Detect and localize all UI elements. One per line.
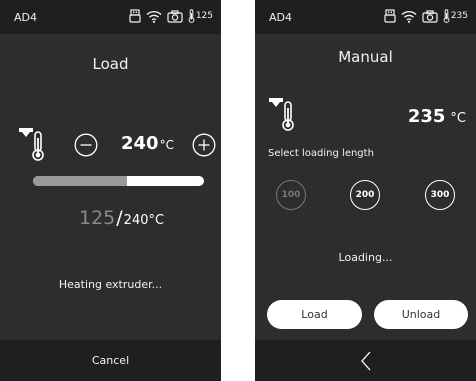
back-button[interactable] [255, 340, 476, 381]
thermometer-icon [443, 9, 450, 23]
loading-status-text: Loading... [338, 251, 393, 264]
nozzle-temperature: 235 °C [408, 106, 466, 127]
page-title: Load [92, 55, 129, 73]
extruder-thermometer-icon [269, 98, 294, 131]
status-temp-value: 125 [195, 11, 213, 21]
nozzle-temp-value: 235 [407, 106, 446, 127]
target-temp-value: 240 [121, 133, 159, 154]
target-temp-unit: °C [159, 138, 174, 152]
status-icons: 125 [129, 9, 213, 23]
usb-icon [384, 9, 396, 23]
back-chevron-icon [360, 351, 370, 370]
load-button[interactable]: Load [267, 300, 362, 329]
length-100-button[interactable]: 100 [276, 180, 306, 210]
heating-status-text: Heating extruder... [58, 278, 163, 291]
length-300-button[interactable]: 300 [425, 180, 455, 210]
device-name: AD4 [14, 11, 37, 24]
heating-progress-fill [33, 176, 128, 186]
heating-progress-bar [33, 176, 204, 186]
temp-separator: / [116, 207, 123, 229]
camera-icon [422, 9, 438, 23]
wifi-icon [401, 10, 417, 23]
status-bar: AD4 [255, 0, 476, 34]
status-bar: AD4 [0, 0, 221, 34]
current-target-temp: 240°C [123, 213, 165, 228]
unload-button[interactable]: Unload [374, 300, 468, 329]
status-temp-value: 235 [450, 11, 468, 21]
bottom-bar: Cancel [0, 340, 221, 381]
status-icons: 235 [384, 9, 468, 23]
page-title: Manual [338, 48, 393, 66]
load-screen: AD4 125 Load 240 °C 125 / 240°C Heating … [0, 0, 221, 381]
status-temperature: 235 [443, 9, 468, 23]
extruder-thermometer-icon [19, 128, 44, 161]
wifi-icon [146, 10, 162, 23]
length-200-button[interactable]: 200 [350, 180, 380, 210]
target-temperature: 240 °C [121, 133, 174, 154]
thermometer-icon [188, 9, 195, 23]
increase-temp-button[interactable] [192, 133, 216, 157]
device-name: AD4 [269, 11, 292, 24]
decrease-temp-button[interactable] [74, 133, 98, 157]
usb-icon [129, 9, 141, 23]
current-temp-value: 125 [79, 207, 116, 229]
current-temperature: 125 / 240°C [79, 207, 164, 229]
camera-icon [167, 9, 183, 23]
nozzle-temp-unit: °C [450, 111, 466, 126]
bottom-bar [255, 340, 476, 381]
manual-screen: AD4 235 Manual 235 °C Select loading len… [255, 0, 476, 381]
cancel-button[interactable]: Cancel [0, 340, 221, 381]
select-length-label: Select loading length [268, 148, 374, 159]
status-temperature: 125 [188, 9, 213, 23]
